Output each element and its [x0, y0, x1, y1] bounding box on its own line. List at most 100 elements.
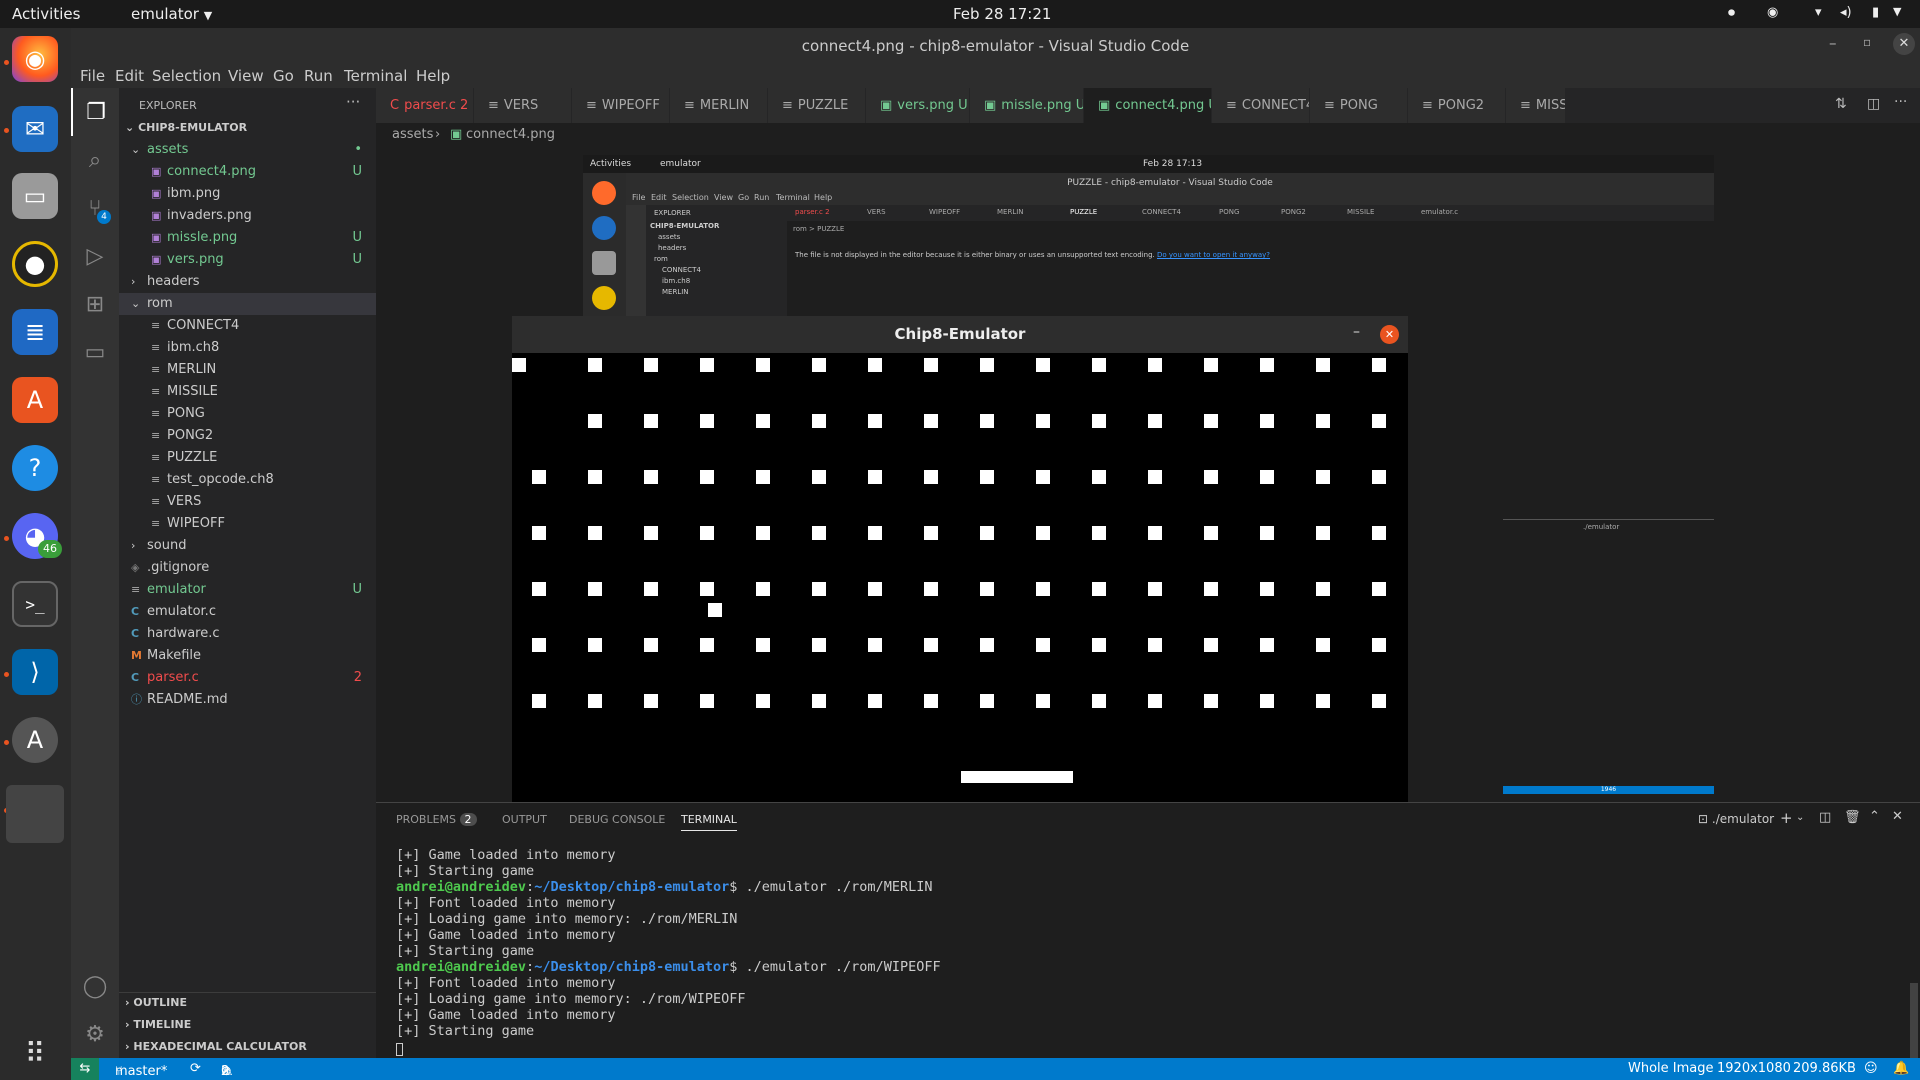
activities-button[interactable]: Activities [12, 5, 80, 23]
tab-output[interactable]: OUTPUT [502, 813, 547, 826]
feedback-icon[interactable]: ☺ [1864, 1061, 1878, 1076]
files-icon[interactable]: ▭ [12, 173, 58, 219]
file-item[interactable]: ≡ ibm.ch8 [119, 337, 376, 359]
menu-selection[interactable]: Selection [152, 67, 221, 85]
battery-icon[interactable]: ▮ [1872, 5, 1879, 20]
wifi-icon[interactable]: ▾ [1815, 5, 1822, 20]
zoom-status[interactable]: Whole Image [1628, 1061, 1714, 1076]
file-item[interactable]: M Makefile [119, 645, 376, 667]
file-item[interactable]: Chardware.c [119, 623, 376, 645]
breadcrumb-folder[interactable]: assets [392, 127, 433, 142]
terminal-icon[interactable]: >_ [12, 581, 58, 627]
close-window-icon[interactable]: ✕ [1893, 33, 1915, 55]
file-item[interactable]: ≡ MISSILE [119, 381, 376, 403]
tab-8[interactable]: ≡ CONNECT4 [1212, 88, 1310, 123]
search-icon[interactable]: ⌕ [71, 136, 119, 184]
help-icon[interactable]: ? [12, 445, 58, 491]
tab-6[interactable]: ▣ missle.png U [970, 88, 1084, 123]
menu-help[interactable]: Help [416, 67, 450, 85]
file-item[interactable]: ≡ PONG2 [119, 425, 376, 447]
new-terminal-icon[interactable]: + [1780, 809, 1793, 827]
remote-icon[interactable]: ⇆ [71, 1058, 99, 1080]
tab-terminal[interactable]: TERMINAL [681, 813, 737, 831]
folder-item[interactable]: › headers [119, 271, 376, 293]
tab-7[interactable]: ▣connect4.png U✕ [1084, 88, 1212, 123]
tab-problems[interactable]: PROBLEMS 2 [396, 813, 477, 826]
file-item[interactable]: ▣ ibm.png [119, 183, 376, 205]
folder-item[interactable]: › sound [119, 535, 376, 557]
file-item[interactable]: Cparser.c 2 [119, 667, 376, 689]
app-menu[interactable]: emulator ▼ [131, 5, 212, 23]
record-icon[interactable]: ⏺ [1728, 5, 1735, 21]
file-item[interactable]: ≡ PUZZLE [119, 447, 376, 469]
tab-5[interactable]: ▣ vers.png U [866, 88, 970, 123]
tab-9[interactable]: ≡ PONG [1310, 88, 1408, 123]
discord-tray-icon[interactable]: ◉ [1767, 5, 1778, 20]
folder-item[interactable]: ⌄ rom [119, 293, 376, 315]
menu-go[interactable]: Go [273, 67, 294, 85]
tab-4[interactable]: ≡ PUZZLE [768, 88, 866, 123]
explorer-icon[interactable]: ❐ [71, 88, 119, 136]
file-item[interactable]: Cemulator.c [119, 601, 376, 623]
file-item[interactable]: ≡ PONG [119, 403, 376, 425]
tab-2[interactable]: ≡ WIPEOFF [572, 88, 670, 123]
rhythmbox-icon[interactable]: ● [12, 241, 58, 287]
settings-gear-icon[interactable]: ⚙ [71, 1010, 119, 1058]
chip8-minimize-icon[interactable]: – [1353, 324, 1360, 340]
file-item[interactable]: ≡ MERLIN [119, 359, 376, 381]
split-terminal-icon[interactable]: ◫ [1819, 810, 1831, 825]
chip8-close-icon[interactable]: ✕ [1380, 325, 1399, 344]
breadcrumb-file[interactable]: connect4.png [466, 127, 555, 142]
more-actions-icon[interactable]: ··· [1894, 94, 1907, 110]
volume-icon[interactable]: ◂) [1840, 5, 1852, 20]
project-root[interactable]: ⌄ CHIP8-EMULATOR [125, 121, 247, 134]
emulator-dock-icon[interactable] [6, 785, 64, 843]
minimize-icon[interactable]: – [1829, 34, 1837, 52]
tab-debug-console[interactable]: DEBUG CONSOLE [569, 813, 665, 826]
menu-view[interactable]: View [228, 67, 264, 85]
folder-item[interactable]: ⌄ assets • [119, 139, 376, 161]
maximize-panel-icon[interactable]: ⌃ [1869, 809, 1880, 824]
terminal-output[interactable]: [+] Game loaded into memory [+] Starting … [396, 847, 941, 1039]
open-changes-icon[interactable]: ⇅ [1835, 96, 1847, 112]
terminal-scrollbar[interactable] [1910, 983, 1918, 1059]
remote-explorer-icon[interactable]: ▭ [71, 328, 119, 376]
notifications-icon[interactable]: 🔔 [1893, 1061, 1909, 1076]
run-debug-icon[interactable]: ▷ [71, 232, 119, 280]
outline-section[interactable]: › OUTLINE [125, 996, 187, 1009]
menu-run[interactable]: Run [304, 67, 333, 85]
tab-1[interactable]: ≡ VERS [474, 88, 572, 123]
vscode-icon[interactable]: ⟩ [12, 649, 58, 695]
terminal-selector[interactable]: ⊡ ./emulator [1698, 812, 1774, 826]
extensions-icon[interactable]: ⊞ [71, 280, 119, 328]
chevron-down-icon[interactable]: ⌄ [1796, 812, 1804, 823]
menu-terminal[interactable]: Terminal [344, 67, 407, 85]
file-item[interactable]: ▣ vers.png U [119, 249, 376, 271]
menu-edit[interactable]: Edit [115, 67, 144, 85]
file-item[interactable]: ▣ connect4.png U [119, 161, 376, 183]
file-item[interactable]: ≡ CONNECT4 [119, 315, 376, 337]
tab-10[interactable]: ≡ PONG2 [1408, 88, 1506, 123]
maximize-icon[interactable]: ▫ [1863, 35, 1871, 49]
split-editor-icon[interactable]: ◫ [1867, 96, 1880, 112]
hex-calculator-section[interactable]: › HEXADECIMAL CALCULATOR [125, 1040, 307, 1053]
thunderbird-icon[interactable]: ✉ [12, 106, 58, 152]
file-item[interactable]: ≡ VERS [119, 491, 376, 513]
updater-icon[interactable]: A [12, 717, 58, 763]
file-item[interactable]: ≡ emulator U [119, 579, 376, 601]
sync-icon[interactable]: ⟳ [190, 1061, 201, 1076]
firefox-icon[interactable]: ◉ [12, 36, 58, 82]
software-center-icon[interactable]: A [12, 377, 58, 423]
file-item[interactable]: ▣ invaders.png [119, 205, 376, 227]
file-item[interactable]: ⓘ README.md [119, 689, 376, 711]
account-icon[interactable]: ◯ [71, 962, 119, 1010]
menu-file[interactable]: File [80, 67, 105, 85]
show-apps-icon[interactable]: ⠿ [12, 1030, 58, 1076]
system-menu-icon[interactable]: ▼ [1893, 5, 1901, 18]
trash-icon[interactable]: 🗑 [1844, 810, 1861, 825]
file-item[interactable]: ◈ .gitignore [119, 557, 376, 579]
close-panel-icon[interactable]: ✕ [1892, 809, 1903, 824]
tab-11[interactable]: ≡ MISSIL [1506, 88, 1566, 123]
timeline-section[interactable]: › TIMELINE [125, 1018, 191, 1031]
source-control-icon[interactable]: ⑂ [71, 184, 119, 232]
